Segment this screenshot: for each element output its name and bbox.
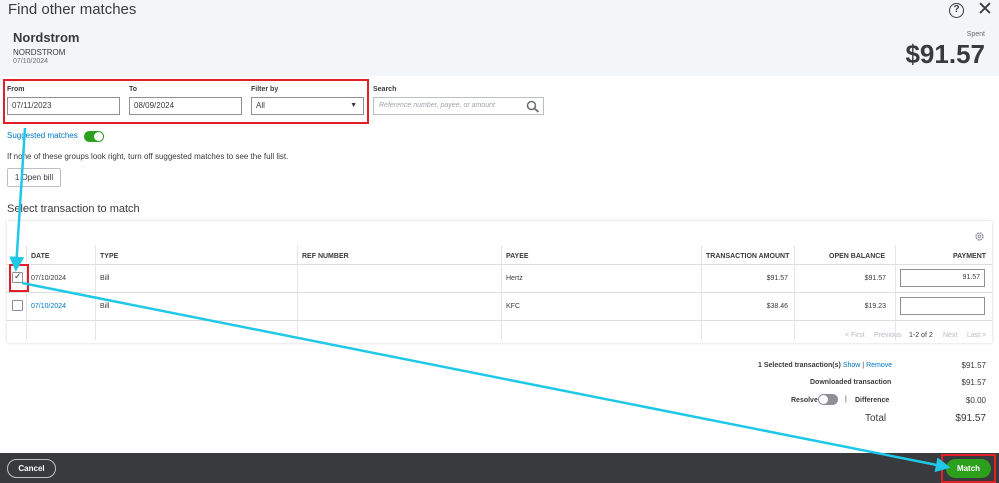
row-open-balance: $19.23 [864,303,886,310]
downloaded-amount: $91.57 [961,378,986,387]
row-divider [7,292,992,293]
row-date: 07/10/2024 [31,275,67,282]
match-annotation-box: Match [941,454,996,483]
total-amount: $91.57 [955,413,986,424]
caret-down-icon: ▼ [350,102,357,109]
help-icon[interactable]: ? [949,3,964,18]
row-payee: KFC [506,303,520,310]
remove-link[interactable]: Remove [866,362,892,369]
selected-transactions-summary: 1 Selected transaction(s) Show | Remove [758,362,892,369]
col-header-open-balance[interactable]: OPEN BALANCE [829,253,885,260]
downloaded-label: Downloaded transaction [810,379,892,386]
header-divider [7,264,992,265]
pager-first[interactable]: < First [845,332,865,339]
dialog-title: Find other matches [8,1,137,18]
close-icon[interactable]: ✕ [977,0,993,20]
row-transaction-amount: $38.46 [766,303,788,310]
dialog-header: Find other matches ? ✕ [0,0,999,22]
pager-previous[interactable]: Previous [874,332,901,339]
link-separator: | [862,362,865,369]
filter-by-label: Filter by [251,86,279,93]
filter-by-value: All [256,101,265,110]
transaction-amount: $91.57 [905,39,985,69]
suggested-hint: If none of these groups look right, turn… [7,152,289,161]
match-button[interactable]: Match [946,459,991,478]
toggle-knob [819,395,828,404]
resolve-separator: | [845,396,847,403]
col-header-transaction-amount[interactable]: TRANSACTION AMOUNT [706,253,789,260]
transaction-summary: Nordstrom NORDSTROM 07/10/2024 Spent $91… [0,22,999,74]
suggested-matches-label: Suggested matches [7,131,78,140]
row-type: Bill [100,303,110,310]
row-payee: Hertz [506,275,523,282]
difference-label: Difference [855,397,890,404]
cancel-button[interactable]: Cancel [7,459,56,478]
to-date-field[interactable]: 08/09/2024 [129,97,242,115]
resolve-label: Resolve [791,397,818,404]
filter-by-select[interactable]: All ▼ [251,97,364,115]
pager-range: 1-2 of 2 [909,332,933,339]
col-header-ref[interactable]: REF NUMBER [302,253,349,260]
search-placeholder: Reference number, payee, or amount [379,102,495,109]
dialog-footer: Cancel Match [0,453,999,483]
section-title: Select transaction to match [7,203,140,215]
selected-count-label: 1 Selected transaction(s) [758,362,841,369]
transaction-date: 07/10/2024 [13,58,49,65]
col-header-type[interactable]: TYPE [100,253,118,260]
toggle-knob [94,132,103,141]
resolve-toggle[interactable] [818,394,838,405]
match-panel: From 07/11/2023 To 08/09/2024 Filter by … [0,76,999,453]
difference-amount: $0.00 [965,396,986,405]
search-label: Search [373,86,397,93]
payee-name: Nordstrom [13,30,80,45]
spent-label: Spent [966,31,985,38]
show-link[interactable]: Show [843,362,861,369]
col-header-payment[interactable]: PAYMENT [953,253,986,260]
selected-amount: $91.57 [961,361,986,370]
from-date-field[interactable]: 07/11/2023 [7,97,120,115]
check-icon: ✓ [14,271,22,281]
pager-last[interactable]: Last > [967,332,986,339]
row-date: 07/10/2024 [31,303,67,310]
row-payment-input[interactable] [900,297,985,315]
pager-next[interactable]: Next [943,332,957,339]
to-label: To [129,86,138,93]
search-icon[interactable] [526,100,540,113]
total-label: Total [865,413,887,424]
row-transaction-amount: $91.57 [766,275,788,282]
open-bill-group-button[interactable]: 1 Open bill [7,168,61,187]
row-payment-input[interactable]: 91.57 [900,269,985,287]
row-divider [7,320,992,321]
payee-bank-description: NORDSTROM [13,48,66,57]
row-open-balance: $91.57 [864,275,886,282]
from-label: From [7,86,25,93]
row-type: Bill [100,275,110,282]
search-input[interactable]: Reference number, payee, or amount [373,97,544,115]
transactions-table: DATE TYPE REF NUMBER PAYEE TRANSACTION A… [7,221,992,343]
gear-icon[interactable] [974,231,985,242]
row-checkbox[interactable] [12,300,23,311]
row-checkbox-checked[interactable]: ✓ [12,271,23,283]
col-header-date[interactable]: DATE [31,253,50,260]
col-header-payee[interactable]: PAYEE [506,253,529,260]
suggested-matches-toggle[interactable] [84,131,104,142]
